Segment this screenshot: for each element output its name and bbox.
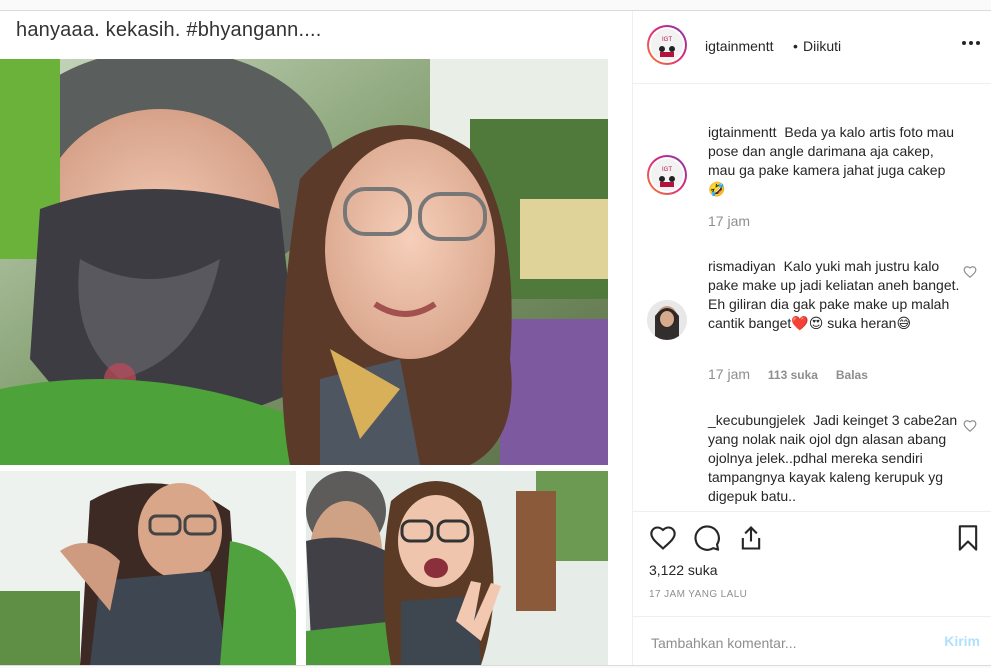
comment-username[interactable]: igtainmentt	[708, 124, 776, 140]
instagram-post: hanyaaa. kekasih. #bhyangann.... IGT igt…	[0, 10, 991, 666]
bookmark-icon[interactable]	[954, 524, 982, 552]
post-header: IGT igtainmentt • Diikuti	[633, 11, 991, 84]
comment-username[interactable]: rismadiyan	[708, 258, 776, 274]
add-comment-bar: Kirim	[633, 616, 991, 667]
avatar[interactable]: IGT	[647, 25, 687, 65]
send-comment-button[interactable]: Kirim	[944, 633, 980, 649]
header-username[interactable]: igtainmentt	[705, 38, 773, 54]
header-separator: •	[793, 38, 798, 54]
avatar[interactable]: IGT	[647, 155, 687, 195]
more-horizontal-icon[interactable]	[962, 41, 982, 47]
comment-body: igtainmentt Beda ya kalo artis foto mau …	[708, 123, 963, 199]
avatar[interactable]	[647, 300, 687, 340]
image-caption-text: hanyaaa. kekasih. #bhyangann....	[16, 19, 322, 41]
photo-bottom-right	[306, 471, 608, 665]
svg-text:IGT: IGT	[662, 37, 672, 43]
post-actions: 3,122 suka 17 JAM YANG LALU Kirim	[633, 511, 991, 666]
svg-text:IGT: IGT	[662, 167, 672, 173]
follow-status[interactable]: Diikuti	[803, 38, 841, 54]
comment-icon[interactable]	[693, 524, 721, 552]
comment-input[interactable]	[649, 631, 923, 655]
likes-count[interactable]: 3,122 suka	[649, 562, 718, 578]
comment-like-heart-icon[interactable]	[963, 265, 977, 279]
comment-body: rismadiyan Kalo yuki mah justru kalo pak…	[708, 257, 963, 333]
comments-list: IGT igtainmentt Beda ya kalo artis foto …	[633, 84, 991, 511]
comment-time[interactable]: 17 jam	[708, 213, 750, 229]
comment-meta: 17 jam 113 suka Balas	[708, 366, 882, 382]
comment-time[interactable]: 17 jam	[708, 366, 750, 382]
comment-meta: 17 jam	[708, 213, 764, 229]
post-media[interactable]: hanyaaa. kekasih. #bhyangann....	[0, 11, 632, 665]
comment-username[interactable]: _kecubungjelek	[708, 412, 805, 428]
comment-like-heart-icon[interactable]	[963, 419, 977, 433]
photo-selfie-main	[0, 59, 608, 465]
photo-bottom-left	[0, 471, 296, 665]
comment-likes[interactable]: 113 suka	[768, 368, 818, 382]
share-icon[interactable]	[737, 524, 765, 552]
comment-body: _kecubungjelek Jadi keinget 3 cabe2an ya…	[708, 411, 963, 506]
reply-button[interactable]: Balas	[836, 368, 868, 382]
post-time-ago: 17 JAM YANG LALU	[649, 589, 748, 600]
heart-icon[interactable]	[649, 524, 677, 552]
post-sidebar: IGT igtainmentt • Diikuti IGT igtainment…	[632, 11, 991, 665]
